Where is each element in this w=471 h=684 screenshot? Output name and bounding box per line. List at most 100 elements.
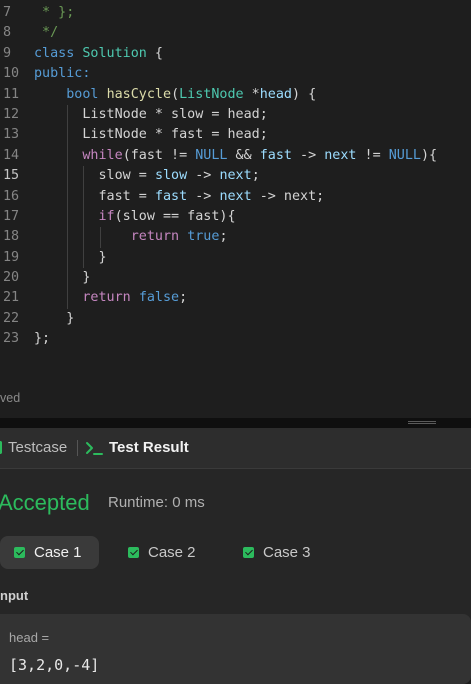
- code-line[interactable]: 8 */: [0, 23, 471, 43]
- code-line[interactable]: 17 if(slow == fast){: [0, 206, 471, 228]
- line-number: 19: [3, 249, 20, 265]
- case-3-button[interactable]: Case 3: [229, 536, 329, 569]
- code-line[interactable]: 18 return true;: [0, 227, 471, 248]
- code-token: fast: [259, 147, 292, 163]
- line-number: 8: [3, 25, 12, 41]
- line-number: 10: [3, 66, 20, 82]
- resize-grip-icon[interactable]: [408, 421, 436, 424]
- code-token: (slow == fast){: [114, 208, 236, 224]
- testcase-icon: [0, 441, 2, 454]
- code-token: {: [146, 45, 163, 61]
- terminal-icon: [86, 442, 103, 455]
- code-token: next: [324, 147, 357, 163]
- line-number: 21: [3, 290, 20, 306]
- code-token: * };: [34, 5, 75, 20]
- code-token: if: [98, 208, 115, 224]
- line-number: 20: [3, 270, 20, 286]
- tab-test-result-label: Test Result: [109, 439, 189, 456]
- code-text: if(slow == fast){: [34, 207, 236, 227]
- panel-tabs: Testcase Test Result: [0, 428, 471, 469]
- code-line[interactable]: 19 }: [0, 247, 471, 269]
- code-line[interactable]: 14 while(fast != NULL && fast -> next !=…: [0, 145, 471, 167]
- code-line[interactable]: 22 }: [0, 309, 471, 329]
- code-line[interactable]: 13 ListNode * fast = head;: [0, 125, 471, 146]
- check-icon: [14, 547, 25, 558]
- code-text: slow = slow -> next;: [34, 166, 259, 186]
- code-text: }: [34, 309, 74, 329]
- line-number: 18: [3, 229, 20, 245]
- code-token: ){: [421, 147, 438, 163]
- test-panel: Testcase Test Result Accepted Runtime: 0…: [0, 428, 471, 684]
- code-token: head: [259, 86, 292, 102]
- line-number: 12: [3, 106, 20, 122]
- code-token: ;: [219, 229, 228, 245]
- line-number: 15: [3, 168, 20, 184]
- code-token: -> next;: [251, 188, 325, 204]
- code-text: }: [34, 268, 90, 288]
- code-token: */: [34, 25, 59, 41]
- code-token: !=: [356, 147, 389, 163]
- code-line[interactable]: 23};: [0, 329, 471, 349]
- param-value: [3,2,0,-4]: [9, 656, 100, 674]
- line-number: 14: [3, 147, 20, 163]
- case-1-button[interactable]: Case 1: [0, 536, 99, 569]
- code-line[interactable]: 20 }: [0, 268, 471, 289]
- code-line[interactable]: 12 ListNode * slow = head;: [0, 104, 471, 126]
- code-token: slow: [154, 168, 188, 184]
- code-token: next: [219, 168, 252, 184]
- code-text: public:: [34, 64, 90, 84]
- line-number: 22: [3, 310, 20, 326]
- line-number: 16: [3, 188, 20, 204]
- code-token: bool: [66, 86, 107, 102]
- tab-testcase[interactable]: Testcase: [8, 428, 67, 468]
- code-text: bool hasCycle(ListNode *head) {: [34, 85, 316, 105]
- code-token: }: [34, 310, 75, 326]
- code-line[interactable]: 11 bool hasCycle(ListNode *head) {: [0, 85, 471, 105]
- code-token: ->: [187, 188, 220, 204]
- code-token: };: [34, 331, 51, 347]
- code-line[interactable]: 9 class Solution {: [0, 44, 471, 64]
- code-token: fast =: [34, 188, 155, 204]
- code-token: ListNode * fast = head;: [34, 127, 268, 143]
- code-token: hasCycle: [106, 86, 172, 102]
- code-text: fast = fast -> next -> next;: [34, 187, 324, 207]
- code-lines[interactable]: 7 * }; 8 */9 class Solution {10 public: 11 b…: [0, 3, 471, 350]
- code-token: return: [82, 290, 139, 306]
- code-token: (: [171, 86, 180, 102]
- code-token: next: [219, 188, 252, 204]
- code-text: return true;: [34, 227, 228, 247]
- code-token: Solution: [82, 45, 147, 61]
- code-token: while: [82, 147, 123, 163]
- check-icon: [128, 547, 139, 558]
- panel-resize-divider[interactable]: [0, 418, 471, 428]
- case-2-button[interactable]: Case 2: [114, 536, 214, 569]
- code-token: true: [187, 229, 220, 245]
- tab-testcase-label: Testcase: [8, 439, 68, 456]
- code-token: ) {: [292, 86, 317, 102]
- code-token: }: [34, 270, 91, 286]
- code-token: NULL: [388, 147, 421, 163]
- code-token: &&: [227, 147, 260, 163]
- code-line[interactable]: 15 slow = slow -> next;: [0, 166, 471, 187]
- check-icon: [243, 547, 254, 558]
- line-number: 17: [3, 208, 20, 224]
- code-token: class: [34, 45, 83, 61]
- code-token: }: [34, 249, 107, 265]
- line-number: 7: [3, 5, 12, 20]
- code-token: ->: [292, 147, 325, 163]
- code-line[interactable]: 10 public:: [0, 64, 471, 84]
- code-line[interactable]: 21 return false;: [0, 288, 471, 309]
- code-text: }: [34, 248, 107, 268]
- code-token: NULL: [195, 147, 228, 163]
- code-token: ->: [187, 168, 220, 184]
- tab-test-result[interactable]: Test Result: [109, 428, 189, 468]
- code-token: *: [243, 86, 260, 102]
- code-editor[interactable]: 7 * }; 8 */9 class Solution {10 public: 11 b…: [0, 0, 471, 418]
- code-line[interactable]: 16 fast = fast -> next -> next;: [0, 186, 471, 207]
- code-line[interactable]: 7 * };: [0, 3, 471, 23]
- code-token: ListNode: [179, 86, 244, 102]
